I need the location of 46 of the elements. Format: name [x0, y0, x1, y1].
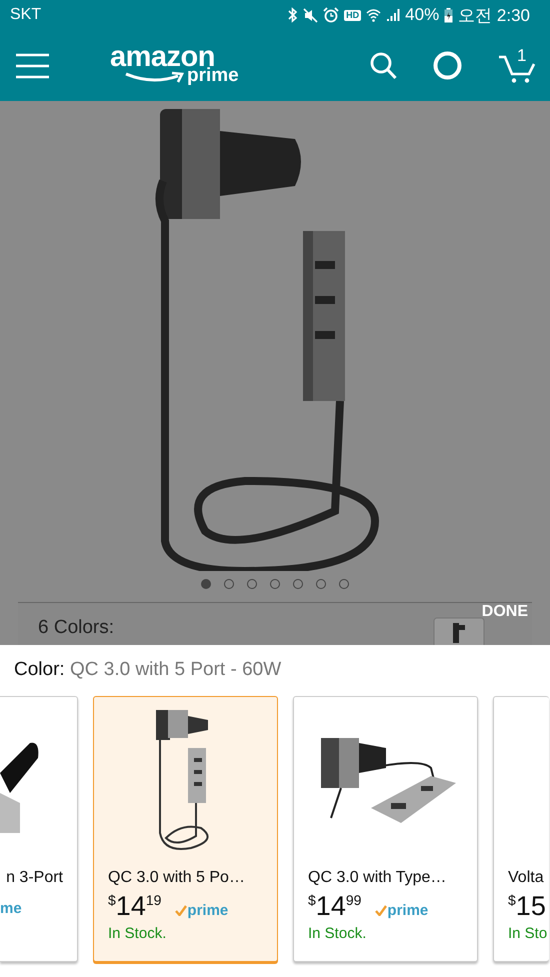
cart-button[interactable]: 1	[498, 48, 536, 82]
charger-thumbnail-icon	[433, 617, 485, 645]
selected-color-label: Color: QC 3.0 with 5 Port - 60W	[14, 659, 282, 681]
done-button[interactable]: DONE	[482, 603, 528, 621]
carousel-dot[interactable]	[339, 579, 349, 589]
wifi-icon	[366, 8, 382, 22]
option-title: Volta	[508, 869, 545, 887]
stock-status: In Stock.	[108, 925, 168, 942]
alarm-clock-icon	[323, 7, 340, 23]
option-price: $^{$}$15	[508, 890, 546, 921]
bluetooth-icon	[288, 7, 298, 23]
stock-status: In Sto	[508, 925, 548, 942]
prime-label: prime	[387, 902, 428, 919]
option-title: QC 3.0 with 5 Po…	[108, 869, 246, 887]
colors-count-label: 6 Colors:	[38, 617, 114, 640]
color-option-card[interactable]: n 3-Port me	[0, 696, 78, 962]
carousel-dot[interactable]	[224, 579, 234, 589]
cart-count: 1	[517, 46, 526, 66]
option-price: $^{$}$14$^{19}$	[108, 890, 162, 921]
option-title: n 3-Port	[6, 869, 63, 887]
carousel-dot[interactable]	[247, 579, 257, 589]
clock-time: 오전 2:30	[458, 4, 530, 26]
check-icon	[175, 905, 188, 916]
option-price: $^{$}$14$^{99}$	[308, 890, 362, 921]
carousel-dot[interactable]	[316, 579, 326, 589]
smile-arrow-icon	[124, 70, 186, 84]
battery-percent: 40%	[405, 5, 440, 25]
stock-status: In Stock.	[308, 925, 368, 942]
color-option-card[interactable]: QC 3.0 with Type… $^{$}$14$^{99}$ prime In Stock.	[293, 696, 478, 962]
color-option-card[interactable]: QC 3.0 with 5 Po… $^{$}$14$^{19}$ prime In Stock.	[93, 696, 278, 962]
carousel-dot[interactable]	[293, 579, 303, 589]
option-title: QC 3.0 with Type…	[308, 869, 448, 887]
voice-assistant-ring-icon[interactable]	[433, 51, 462, 80]
prime-label: prime	[187, 902, 228, 919]
search-icon[interactable]	[370, 52, 397, 80]
hd-voice-badge: HD	[344, 10, 362, 20]
carousel-dot[interactable]	[270, 579, 280, 589]
prime-label: me	[0, 900, 22, 917]
mute-icon	[303, 8, 318, 22]
color-option-card[interactable]: Volta $^{$}$15 In Sto	[493, 696, 549, 962]
check-icon	[375, 905, 388, 916]
carousel-dot[interactable]	[201, 579, 211, 589]
battery-charging-icon	[444, 8, 454, 22]
menu-icon[interactable]	[16, 52, 49, 78]
signal-icon	[386, 8, 400, 22]
carrier-name: SKT	[10, 6, 42, 24]
